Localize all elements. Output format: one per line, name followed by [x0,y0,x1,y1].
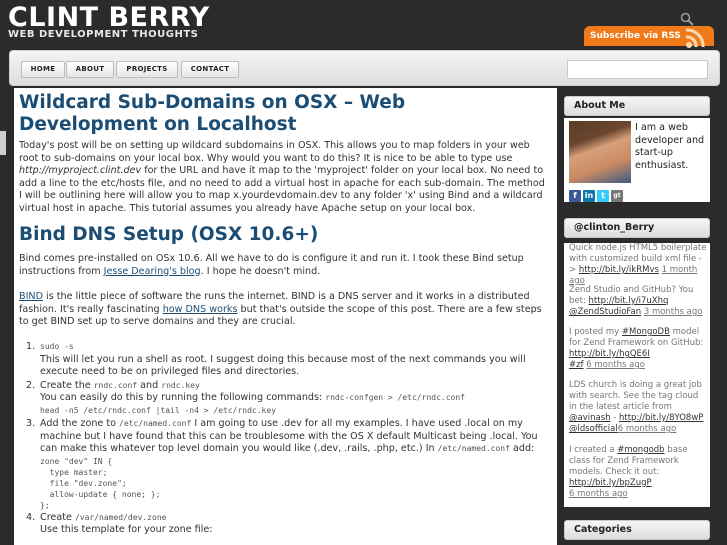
code-snippet: /etc/named.conf [437,444,510,453]
bind-description-paragraph: BIND is the little piece of software the… [19,291,542,327]
site-header: CLINT BERRY WEB DEVELOPMENT THOUGHTS Sub… [0,0,727,48]
code-snippet: rndc-confgen > /etc/rndc.conf [325,393,465,402]
search-icon[interactable] [680,12,694,26]
tweet-time[interactable]: 3 months ago [644,307,703,317]
steps-list: 1. sudo -s This will let you run a shell… [26,341,551,538]
code-snippet: rndc.conf [93,380,138,390]
tweet-link[interactable]: http://bit.ly/i7uXhq [589,296,669,306]
list-item: 3. Add the zone to /etc/named.conf I am … [26,418,551,511]
nav-about[interactable]: ABOUT [66,61,114,78]
code-block: zone "dev" IN { type master; file "dev.z… [40,456,161,510]
tweet-mention[interactable]: @ldsofficial [569,424,618,434]
jesse-dearing-link[interactable]: Jesse Dearing's blog [104,266,201,277]
tweet-time[interactable]: 6 months ago [618,424,677,434]
section-heading: Bind DNS Setup (OSX 10.6+) [19,224,319,245]
list-item: 2. Create the rndc.conf and rndc.key You… [26,379,465,415]
main-content: Wildcard Sub-Domains on OSX – Web Develo… [14,88,557,545]
code-snippet: /var/named/dev.zone [74,512,167,522]
example-url: http://myproject.clint.dev [19,165,142,176]
sidebar: About Me I am a web developer and start-… [564,93,710,545]
how-dns-works-link[interactable]: how DNS works [163,304,238,315]
categories-heading: Categories [564,520,710,540]
tweet-item: LDS church is doing a great job with sea… [569,380,704,434]
tweet-link[interactable]: http://bit.ly/hgQE6I [569,349,650,359]
nav-projects[interactable]: PROJECTS [116,61,178,78]
tweet-mention[interactable]: @avinash [569,413,611,423]
tweet-hashtag[interactable]: #zf [569,360,584,370]
nav-home[interactable]: HOME [21,61,65,78]
tweet-link[interactable]: http://bit.ly/bpZugP [569,478,652,488]
twitter-icon[interactable]: t [597,190,609,202]
about-me-text: I am a web developer and start-up enthus… [635,122,705,171]
code-snippet: head -n5 /etc/rndc.conf |tail -n4 > /etc… [40,405,277,415]
list-item: 4. Create /var/named/dev.zone Use this t… [26,511,213,536]
github-icon[interactable]: gt [611,190,623,202]
twitter-widget: Quick node.js HTML5 boilerplate with cus… [564,243,710,507]
about-me-widget: I am a web developer and start-up enthus… [564,118,710,202]
tweet-mention[interactable]: @ZendStudioFan [569,307,641,317]
main-nav: HOME ABOUT PROJECTS CONTACT [9,50,720,86]
search-input[interactable] [567,60,708,79]
site-tagline: WEB DEVELOPMENT THOUGHTS [8,29,199,40]
list-item: 1. sudo -s This will let you run a shell… [26,341,526,377]
about-me-heading: About Me [564,96,710,116]
facebook-icon[interactable]: f [569,190,581,202]
avatar [569,121,631,183]
tweet-link[interactable]: http://bit.ly/8YO8wP [619,413,703,423]
post-title[interactable]: Wildcard Sub-Domains on OSX – Web Develo… [19,92,549,136]
tweet-time[interactable]: 6 months ago [586,360,645,370]
rss-label: Subscribe via RSS [590,31,681,41]
twitter-heading[interactable]: @clinton_Berry [564,218,710,238]
bind-intro-paragraph: Bind comes pre-installed on OSx 10.6. Al… [19,253,524,277]
linkedin-icon[interactable]: in [583,190,595,202]
rss-icon [685,28,705,48]
left-margin [0,88,14,545]
nav-contact[interactable]: CONTACT [181,61,239,78]
code-snippet: rndc.key [161,380,200,390]
feedback-tab[interactable] [0,131,6,155]
tweet-link[interactable]: http://bit.ly/ikRMvs [579,265,659,275]
tweet-hashtag[interactable]: #MongoDB [622,327,670,337]
rss-subscribe-button[interactable]: Subscribe via RSS [584,26,714,48]
tweet-item: Quick node.js HTML5 boilerplate with cus… [569,243,707,286]
code-snippet: sudo -s [40,342,74,351]
tweet-item: I posted my #MongoDB model for Zend Fram… [569,327,704,370]
column-gutter [557,88,564,545]
tweet-item: I created a #mongodb base class for Zend… [569,445,688,499]
bind-link[interactable]: BIND [19,291,43,302]
tweet-hashtag[interactable]: #mongodb [617,445,664,455]
code-snippet: /etc/named.conf [119,419,192,428]
tweet-item: Zend Studio and GitHub? You bet: http://… [569,285,703,317]
tweet-time[interactable]: 6 months ago [569,489,628,499]
intro-paragraph: Today's post will be on setting up wildc… [19,140,545,214]
